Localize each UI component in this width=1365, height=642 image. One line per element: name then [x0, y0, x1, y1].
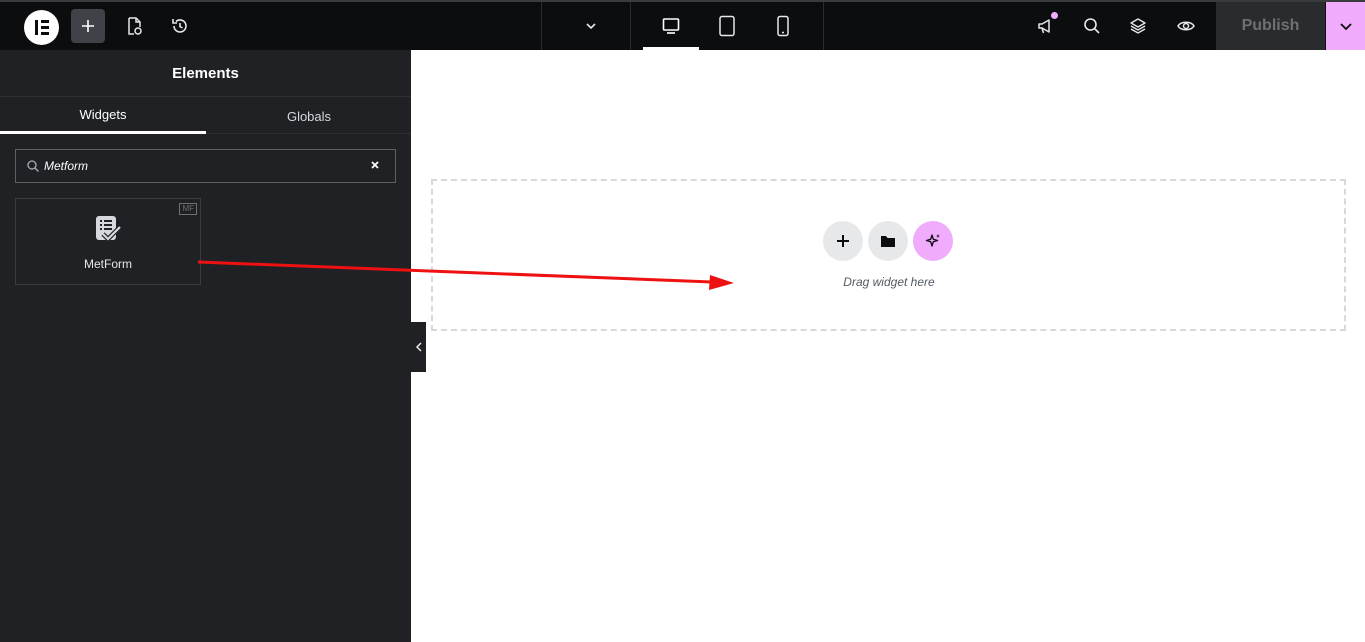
drag-annotation-arrow [197, 260, 734, 290]
